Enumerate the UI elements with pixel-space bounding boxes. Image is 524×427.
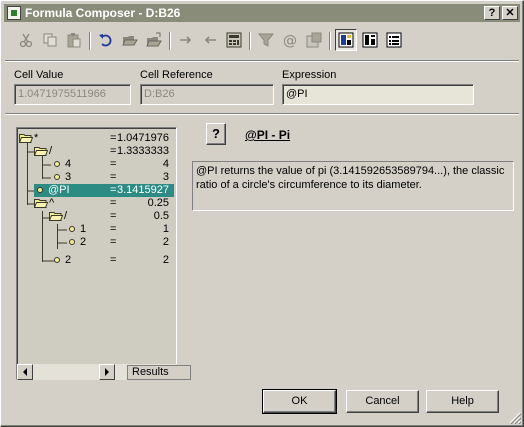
app-icon (7, 6, 21, 20)
cell-reference-field: D:B26 (140, 84, 274, 105)
node-value: 3 (162, 171, 169, 183)
node-value: 2 (162, 254, 169, 266)
leaf-icon (69, 226, 75, 232)
toolbar-separator (169, 32, 171, 50)
node-label: ^ (49, 197, 55, 209)
function-icon[interactable] (303, 29, 325, 51)
horizontal-scrollbar[interactable]: Results (17, 364, 191, 380)
formula-composer-window: Formula Composer - D:B26 ? ✕ @ Cell Valu… (0, 0, 524, 427)
toolbar-separator (89, 32, 91, 50)
tree-node[interactable]: 2 = 2 (66, 236, 169, 249)
node-value: 1.3333333 (117, 145, 169, 157)
view-list-icon[interactable] (383, 29, 405, 51)
toolbar-divider (5, 60, 519, 62)
filter-icon[interactable] (255, 29, 277, 51)
leaf-icon (54, 257, 60, 263)
leaf-icon (69, 239, 75, 245)
close-button[interactable]: ✕ (502, 6, 518, 20)
node-label: @PI (48, 184, 70, 196)
folder-open-icon (34, 147, 48, 156)
node-label: 2 (80, 236, 87, 248)
node-value: 0.25 (147, 197, 169, 209)
cell-value-label: Cell Value (14, 69, 64, 81)
tree-node[interactable]: 1 = 1 (66, 223, 169, 236)
node-equals: = (110, 132, 117, 144)
node-value: 4 (162, 158, 169, 170)
cell-reference-label: Cell Reference (140, 69, 213, 81)
calculator-icon[interactable] (223, 29, 245, 51)
function-description: @PI returns the value of pi (3.141592653… (192, 161, 514, 211)
view-tree-icon[interactable] (335, 29, 357, 51)
node-equals: = (110, 171, 117, 183)
tree-node[interactable]: ^ = 0.25 (34, 197, 169, 210)
scroll-left-button[interactable] (17, 364, 33, 380)
window-title: Formula Composer - D:B26 (25, 6, 181, 20)
toolbar-separator (249, 32, 251, 50)
node-label: / (64, 210, 68, 222)
fields-divider (5, 113, 519, 115)
node-value: 2 (162, 236, 169, 248)
node-equals: = (110, 236, 117, 248)
node-value: 1 (162, 223, 169, 235)
folder-open-icon (34, 199, 48, 208)
tree-node[interactable]: 4 = 4 (51, 158, 169, 171)
node-value: 0.5 (153, 210, 169, 222)
undo-icon[interactable] (95, 29, 117, 51)
scroll-right-button[interactable] (99, 364, 115, 380)
toolbar: @ (9, 29, 519, 57)
node-value: 3.1415927 (117, 184, 169, 196)
copy-icon[interactable] (39, 29, 61, 51)
tree-node[interactable]: / = 1.3333333 (34, 145, 169, 158)
toolbar-separator (329, 32, 331, 50)
resize-grip-icon[interactable] (509, 412, 521, 424)
svg-text:@: @ (283, 33, 297, 48)
title-help-button[interactable]: ? (484, 6, 500, 20)
cancel-button[interactable]: Cancel (346, 390, 419, 413)
node-equals: = (110, 158, 117, 170)
paste-icon[interactable] (63, 29, 85, 51)
node-label: * (34, 132, 39, 144)
node-label: 4 (65, 158, 72, 170)
ok-button[interactable]: OK (262, 389, 337, 414)
node-label: 3 (65, 171, 72, 183)
tree-node[interactable]: 2 = 2 (51, 254, 169, 267)
leaf-icon (54, 174, 60, 180)
node-label: / (49, 145, 53, 157)
left-triangle-icon (23, 368, 27, 376)
tree-node-selected[interactable]: @PI = 3.1415927 (34, 184, 174, 197)
node-equals: = (110, 197, 117, 209)
node-equals: = (110, 210, 117, 222)
folder-open-icon (49, 212, 63, 221)
save-icon[interactable] (143, 29, 165, 51)
help-topic-button[interactable]: ? (206, 123, 226, 145)
leaf-icon (37, 187, 43, 193)
node-equals: = (110, 184, 117, 196)
right-triangle-icon (105, 368, 109, 376)
at-icon[interactable]: @ (279, 29, 301, 51)
tree-node[interactable]: 3 = 3 (51, 171, 169, 184)
expression-label: Expression (282, 69, 337, 81)
view-split-icon[interactable] (359, 29, 381, 51)
expression-input[interactable]: @PI (282, 84, 474, 105)
node-label: 1 (80, 223, 87, 235)
cell-value-field: 1.0471975511966 (14, 84, 131, 105)
left-arrow-icon[interactable] (199, 29, 221, 51)
node-equals: = (110, 223, 117, 235)
node-value: 1.0471976 (117, 132, 169, 144)
help-button[interactable]: Help (426, 390, 499, 413)
node-label: 2 (65, 254, 72, 266)
formula-tree[interactable]: * = 1.0471976 / = 1.3333333 4 = 4 3 = 3 (16, 127, 177, 380)
tree-node[interactable]: * = 1.0471976 (19, 132, 169, 145)
cut-icon[interactable] (15, 29, 37, 51)
right-arrow-icon[interactable] (175, 29, 197, 51)
function-help-title[interactable]: @PI - Pi (245, 128, 290, 142)
tab-results[interactable]: Results (127, 365, 191, 380)
folder-open-icon (19, 134, 33, 143)
leaf-icon (54, 161, 60, 167)
open-icon[interactable] (119, 29, 141, 51)
node-equals: = (110, 145, 117, 157)
tree-node[interactable]: / = 0.5 (49, 210, 169, 223)
title-bar[interactable]: Formula Composer - D:B26 ? ✕ (4, 4, 520, 22)
node-equals: = (110, 254, 117, 266)
